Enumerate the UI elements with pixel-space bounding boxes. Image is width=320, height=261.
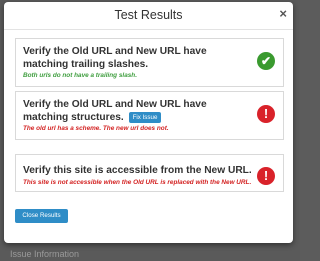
result-title: Verify the Old URL and New URL have matc… [23,46,207,70]
background-text: Issue Information [10,249,80,259]
result-item-site-accessible: Verify this site is accessible from the … [15,154,284,192]
test-results-modal: Test Results × Verify the Old URL and Ne… [4,2,293,243]
close-icon[interactable]: × [279,7,287,20]
result-title: Verify this site is accessible from the … [23,165,252,176]
modal-title: Test Results [114,8,183,22]
close-results-button[interactable]: Close Results [15,209,68,223]
result-item-matching-structures: Verify the Old URL and New URL have matc… [15,91,284,140]
exclamation-circle-icon: ! [257,105,275,123]
modal-header: Test Results × [4,2,293,30]
exclamation-circle-icon: ! [257,167,275,185]
result-title-text: Verify the Old URL and New URL have matc… [23,99,207,123]
result-message: This site is not accessible when the Old… [23,179,252,186]
result-message: The old url has a scheme. The new url do… [23,125,169,132]
result-message: Both urls do not have a trailing slash. [23,72,137,79]
result-item-trailing-slashes: Verify the Old URL and New URL have matc… [15,38,284,87]
fix-issue-button[interactable]: Fix Issue [128,111,162,123]
check-circle-icon: ✔ [257,52,275,70]
result-title: Verify the Old URL and New URL have matc… [23,99,248,124]
